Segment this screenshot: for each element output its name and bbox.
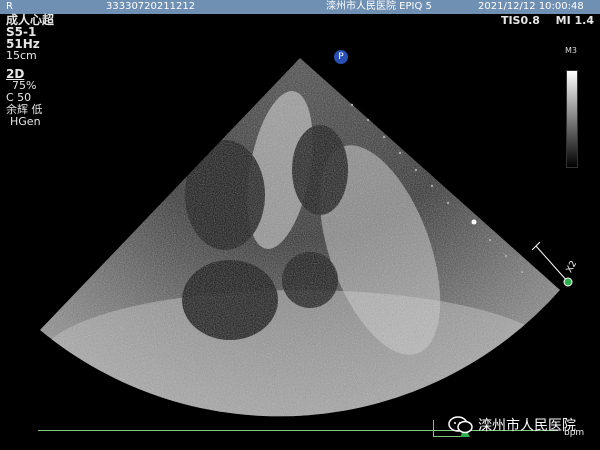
wechat-icon xyxy=(448,416,473,434)
ultrasound-sector xyxy=(40,58,573,417)
caliper-end-marker xyxy=(563,277,573,287)
bpm-label: bpm xyxy=(564,428,585,438)
probe-orientation-marker: P xyxy=(334,50,348,64)
watermark-text: 滦州市人民医院 xyxy=(478,418,576,434)
hospital-watermark: 滦州市人民医院 xyxy=(448,415,576,435)
